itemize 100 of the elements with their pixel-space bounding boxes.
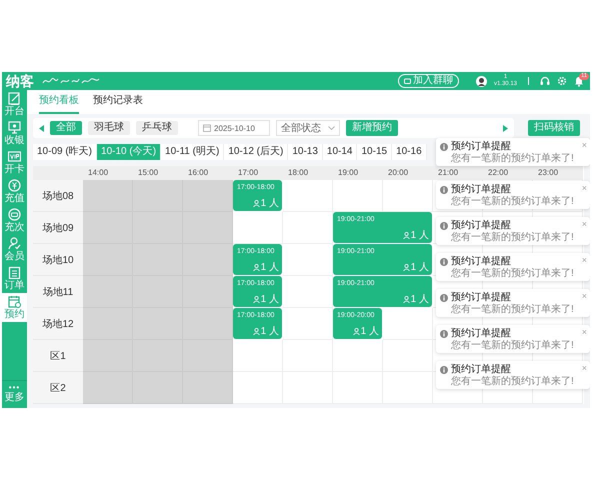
info-icon (440, 330, 448, 338)
headset-icon[interactable] (540, 76, 550, 86)
notification-title: 预约订单提醒 (451, 184, 512, 196)
person-icon (252, 328, 260, 335)
info-icon (440, 143, 448, 151)
time-label: 17:00 (238, 168, 258, 178)
sidebar-item[interactable]: 开台 (2, 90, 27, 119)
court-label: 场地12 (33, 308, 83, 340)
coin-icon (8, 179, 21, 192)
people-count: 1 人 (260, 262, 279, 273)
court-label: 场地09 (33, 212, 83, 244)
sidebar-item[interactable]: 充次 (2, 206, 27, 235)
category-tab[interactable]: 全部 (50, 121, 82, 135)
info-icon (440, 366, 448, 374)
vip-card-icon (8, 150, 21, 163)
info-icon (440, 294, 448, 302)
person-icon (252, 264, 260, 271)
date-tab[interactable]: 10-10 (今天) (97, 144, 162, 160)
empty-slot[interactable] (283, 340, 333, 372)
notification-title: 预约订单提醒 (451, 328, 512, 340)
member-icon (8, 237, 21, 250)
date-tab[interactable]: 10-15 (357, 144, 392, 160)
empty-slot[interactable] (333, 340, 383, 372)
close-button[interactable]: × (582, 141, 587, 150)
more-button[interactable]: ••• 更多 (2, 380, 27, 408)
notification-title: 预约订单提醒 (451, 141, 512, 152)
notification-message: 您有一笔新的预约订单来了! (451, 340, 575, 352)
court-label: 区2 (33, 372, 83, 404)
sidebar-item[interactable]: 会员 (2, 235, 27, 264)
next-arrow-icon[interactable] (503, 124, 508, 132)
people-count: 1 人 (410, 262, 429, 273)
time-label: 20:00 (388, 168, 408, 178)
empty-slot[interactable] (383, 340, 433, 372)
time-label: 21:00 (438, 168, 458, 178)
date-tab[interactable]: 10-11 (明天) (161, 144, 224, 160)
category-tab[interactable]: 羽毛球 (88, 121, 130, 135)
join-group-button[interactable]: 加入群聊 (398, 74, 459, 88)
logo-text: 纳客 (6, 73, 34, 89)
time-label: 15:00 (138, 168, 158, 178)
court-label: 场地08 (33, 180, 83, 212)
notification-title: 预约订单提醒 (451, 220, 512, 232)
people-count: 1 人 (260, 294, 279, 305)
info-icon (440, 186, 448, 194)
close-button[interactable]: × (582, 328, 587, 337)
close-button[interactable]: × (582, 184, 587, 193)
date-tab[interactable]: 10-16 (392, 144, 427, 160)
date-tab[interactable]: 10-12 (后天) (224, 144, 288, 160)
category-tab[interactable]: 乒乓球 (136, 121, 178, 135)
avatar-icon[interactable] (476, 76, 487, 86)
court-label: 场地11 (33, 276, 83, 308)
close-button[interactable]: × (582, 364, 587, 373)
people-count: 1 人 (410, 294, 429, 305)
sidebar-item[interactable]: 开卡 (2, 148, 27, 177)
chevron-down-icon (328, 126, 335, 130)
close-button[interactable]: × (582, 256, 587, 265)
tab[interactable]: 预约记录表 (93, 90, 143, 114)
notification-message: 您有一笔新的预约订单来了! (451, 196, 575, 208)
close-button[interactable]: × (582, 220, 587, 229)
date-tab[interactable]: 10-13 (288, 144, 323, 160)
tab[interactable]: 预约看板 (39, 90, 79, 114)
court-label: 区1 (33, 340, 83, 372)
time-label: 19:00 (338, 168, 358, 178)
chat-icon (404, 78, 411, 84)
date-tab[interactable]: 10-14 (322, 144, 358, 160)
ticket-icon (8, 208, 21, 221)
monitor-icon (8, 121, 21, 134)
people-count: 1 人 (260, 326, 279, 337)
people-count: 1 人 (410, 230, 429, 241)
time-label: 18:00 (288, 168, 308, 178)
notification-title: 预约订单提醒 (451, 292, 512, 304)
date-field[interactable]: 2025-10-10 (198, 120, 270, 136)
calendar-icon (203, 124, 211, 132)
notification-title: 预约订单提醒 (451, 256, 512, 268)
person-icon (352, 328, 360, 335)
scan-verify-button[interactable]: 扫码核销 (528, 120, 580, 136)
notification-message: 您有一笔新的预约订单来了! (451, 268, 575, 280)
court-label: 场地10 (33, 244, 83, 276)
people-count: 1 人 (360, 326, 379, 337)
empty-slot[interactable] (383, 372, 433, 404)
calendar-icon (8, 295, 21, 308)
previous-arrow-icon[interactable] (39, 124, 44, 132)
time-label: 23:00 (538, 168, 558, 178)
signature-drawing (41, 76, 101, 86)
settings-icon[interactable] (557, 76, 567, 86)
status-select[interactable]: 全部状态 (276, 120, 340, 136)
time-label: 22:00 (488, 168, 508, 178)
person-icon (252, 296, 260, 303)
notification-message: 您有一笔新的预约订单来了! (451, 232, 575, 244)
notification-message: 您有一笔新的预约订单来了! (451, 304, 575, 316)
person-icon (402, 232, 410, 239)
people-count: 1 人 (260, 198, 279, 209)
sidebar-item[interactable]: 预约 (2, 293, 27, 322)
add-booking-button[interactable]: 新增预约 (346, 120, 398, 136)
sidebar-item[interactable]: 充值 (2, 177, 27, 206)
close-button[interactable]: × (582, 292, 587, 301)
info-icon (440, 222, 448, 230)
sidebar-item[interactable]: 订单 (2, 264, 27, 293)
notification-message: 您有一笔新的预约订单来了! (451, 153, 575, 165)
time-label: 14:00 (88, 168, 108, 178)
sidebar-item[interactable]: 收银 (2, 119, 27, 148)
